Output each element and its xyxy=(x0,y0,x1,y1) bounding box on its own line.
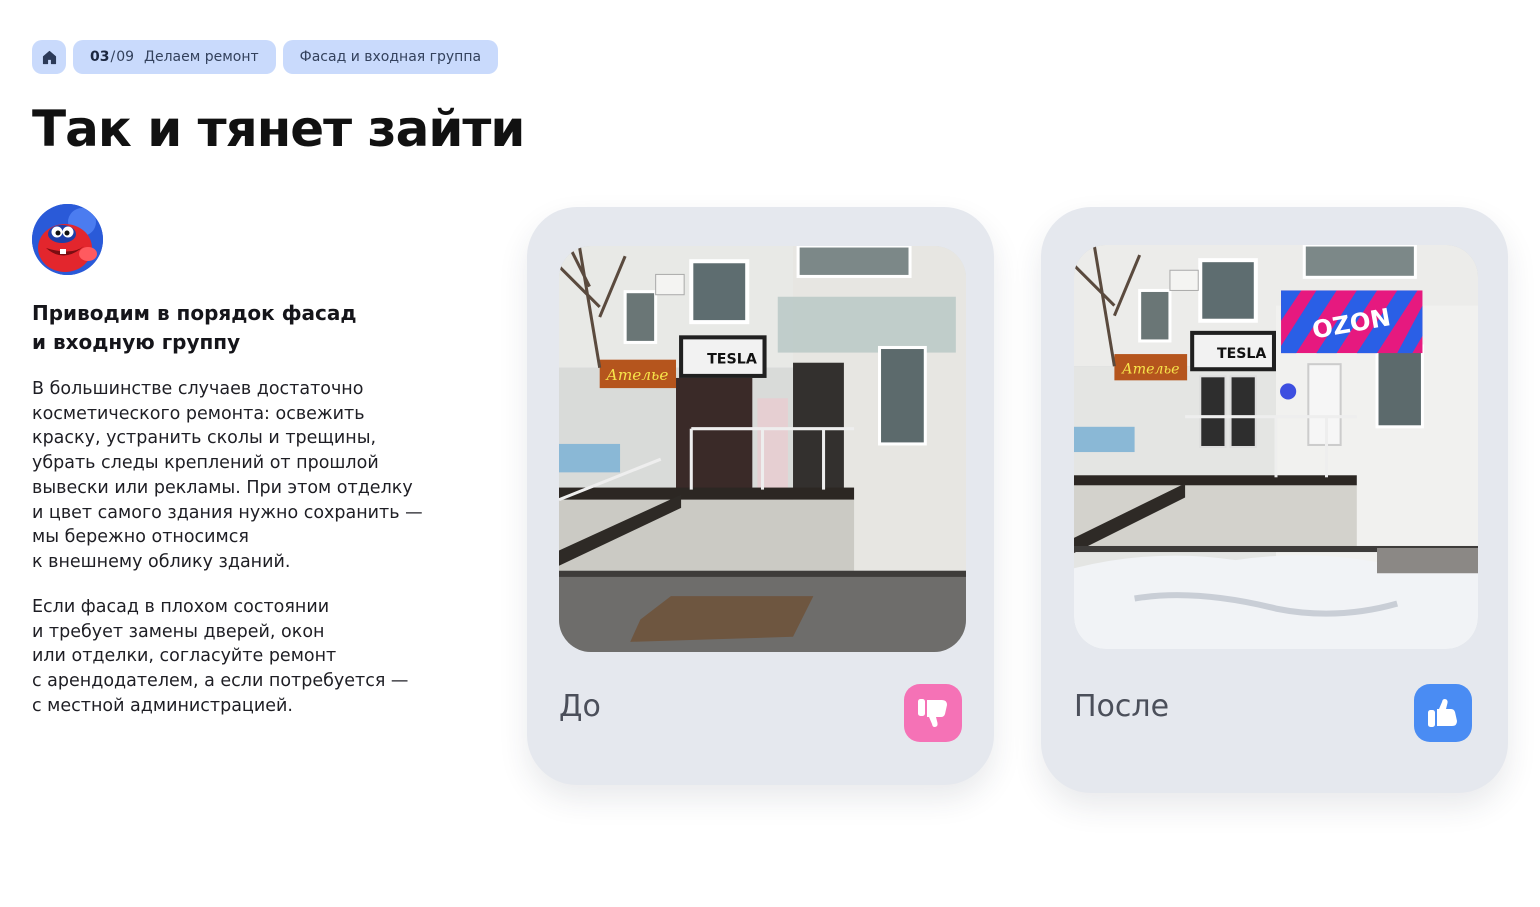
step-label: Делаем ремонт xyxy=(144,49,259,65)
atelier-sign-text-after: Ателье xyxy=(1121,361,1180,377)
tesla-sign-text-after: TESLA xyxy=(1217,346,1266,362)
before-photo: Ателье TESLA xyxy=(559,246,966,652)
home-button[interactable] xyxy=(32,40,66,74)
section-subheading: Приводим в порядок фасад и входную групп… xyxy=(32,301,357,354)
home-icon xyxy=(42,50,56,64)
thumbs-down-icon xyxy=(918,699,947,727)
breadcrumb: 03/09 Делаем ремонт Фасад и входная груп… xyxy=(32,40,499,74)
tesla-sign-text-before: TESLA xyxy=(707,352,757,368)
breadcrumb-section[interactable]: Фасад и входная группа xyxy=(282,40,499,74)
page: 03/09 Делаем ремонт Фасад и входная груп… xyxy=(0,0,1540,907)
before-card: Ателье TESLA До xyxy=(527,207,994,785)
atelier-sign-text: Ателье xyxy=(605,366,668,384)
section-label: Фасад и входная группа xyxy=(299,49,482,65)
step-total: 09 xyxy=(116,49,135,65)
description-paragraph-1: В большинстве случаев достаточно космети… xyxy=(32,379,423,572)
after-card: OZON Ателье TESLA После xyxy=(1041,207,1508,793)
description-paragraph-2: Если фасад в плохом состоянии и требует … xyxy=(32,597,409,716)
breadcrumb-step[interactable]: 03/09 Делаем ремонт xyxy=(73,40,276,74)
step-separator: / xyxy=(110,49,116,65)
page-title: Так и тянет зайти xyxy=(32,100,525,158)
like-button[interactable] xyxy=(1414,684,1472,742)
dislike-button[interactable] xyxy=(904,684,962,742)
after-label: После xyxy=(1074,689,1170,724)
thumbs-up-icon xyxy=(1428,699,1457,727)
before-label: До xyxy=(559,689,601,724)
step-current: 03 xyxy=(90,49,110,65)
mascot-avatar xyxy=(32,204,103,275)
after-photo: OZON Ателье TESLA xyxy=(1074,245,1478,649)
